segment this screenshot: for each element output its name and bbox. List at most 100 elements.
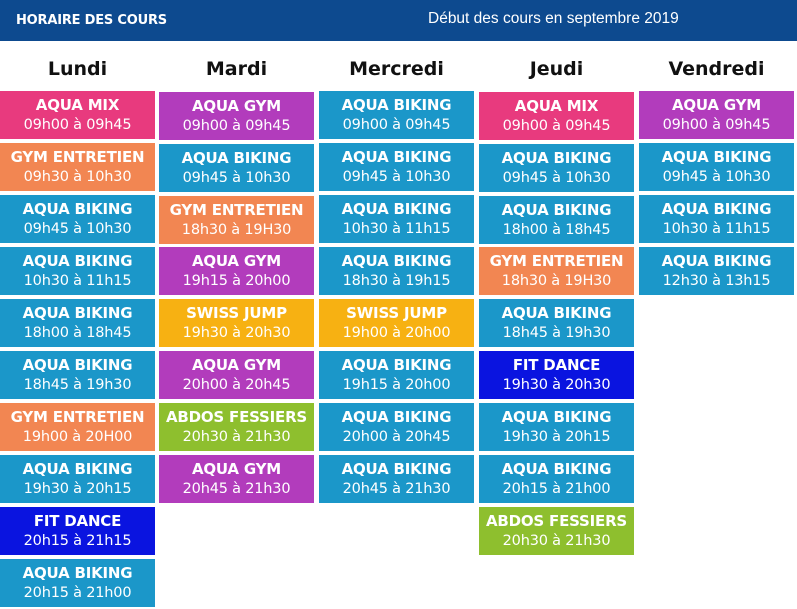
class-name: AQUA BIKING — [501, 460, 612, 478]
class-slot: SWISS JUMP 19h30 à 20h30 — [159, 299, 314, 347]
class-name: AQUA MIX — [35, 96, 120, 114]
class-slot: ABDOS FESSIERS 20h30 à 21h30 — [479, 507, 634, 555]
class-time: 09h00 à 09h45 — [342, 117, 451, 133]
class-slot: AQUA BIKING 18h45 à 19h30 — [0, 351, 155, 399]
class-slot: AQUA BIKING 09h45 à 10h30 — [319, 143, 474, 191]
class-name: AQUA GYM — [191, 356, 282, 374]
class-slot: AQUA BIKING 20h45 à 21h30 — [319, 455, 474, 503]
class-name: SWISS JUMP — [186, 304, 287, 322]
class-time: 18h30 à 19H30 — [181, 222, 292, 238]
class-slot: AQUA MIX 09h00 à 09h45 — [0, 91, 155, 139]
class-name: AQUA GYM — [671, 96, 762, 114]
class-time: 10h30 à 11h15 — [662, 221, 771, 237]
class-time: 18h00 à 18h45 — [502, 222, 611, 238]
class-slot: AQUA BIKING 09h45 à 10h30 — [0, 195, 155, 243]
class-time: 18h30 à 19H30 — [501, 273, 612, 289]
class-name: AQUA BIKING — [341, 200, 452, 218]
class-name: AQUA BIKING — [22, 200, 133, 218]
class-slot: AQUA BIKING 18h45 à 19h30 — [479, 299, 634, 347]
class-slot: AQUA MIX 09h00 à 09h45 — [479, 92, 634, 140]
class-time: 20h15 à 21h00 — [23, 585, 132, 601]
class-slot: SWISS JUMP 19h00 à 20h00 — [319, 299, 474, 347]
class-slot: FIT DANCE 20h15 à 21h15 — [0, 507, 155, 555]
class-time: 19h00 à 20h00 — [342, 325, 451, 341]
class-name: AQUA BIKING — [22, 356, 133, 374]
class-name: GYM ENTRETIEN — [10, 408, 145, 426]
class-name: AQUA GYM — [191, 97, 282, 115]
class-name: AQUA BIKING — [501, 201, 612, 219]
class-slot: AQUA BIKING 09h45 à 10h30 — [159, 144, 314, 192]
class-name: AQUA BIKING — [22, 460, 133, 478]
class-slot: AQUA BIKING 10h30 à 11h15 — [0, 247, 155, 295]
day-header-2: Mercredi — [349, 58, 444, 80]
class-name: AQUA BIKING — [501, 149, 612, 167]
class-name: AQUA BIKING — [661, 148, 772, 166]
day-header-3: Jeudi — [529, 58, 584, 80]
class-time: 09h45 à 10h30 — [342, 169, 451, 185]
class-name: FIT DANCE — [512, 356, 601, 374]
class-slot: AQUA BIKING 18h00 à 18h45 — [479, 196, 634, 244]
class-name: GYM ENTRETIEN — [169, 201, 304, 219]
class-name: AQUA BIKING — [501, 304, 612, 322]
class-time: 19h30 à 20h30 — [182, 325, 291, 341]
class-time: 20h15 à 21h00 — [502, 481, 611, 497]
class-slot: AQUA BIKING 10h30 à 11h15 — [319, 195, 474, 243]
class-name: AQUA BIKING — [22, 564, 133, 582]
class-time: 18h30 à 19h15 — [342, 273, 451, 289]
schedule-title: HORAIRE DES COURS — [16, 13, 167, 28]
class-time: 20h45 à 21h30 — [182, 481, 291, 497]
class-time: 09h00 à 09h45 — [502, 118, 611, 134]
class-slot: ABDOS FESSIERS 20h30 à 21h30 — [159, 403, 314, 451]
class-time: 18h00 à 18h45 — [23, 325, 132, 341]
class-name: AQUA BIKING — [22, 304, 133, 322]
class-name: GYM ENTRETIEN — [10, 148, 145, 166]
class-slot: AQUA BIKING 20h15 à 21h00 — [0, 559, 155, 607]
class-name: AQUA BIKING — [341, 408, 452, 426]
class-time: 09h00 à 09h45 — [23, 117, 132, 133]
class-time: 18h45 à 19h30 — [23, 377, 132, 393]
class-name: AQUA BIKING — [341, 460, 452, 478]
class-slot: GYM ENTRETIEN 18h30 à 19H30 — [159, 196, 314, 244]
class-time: 20h45 à 21h30 — [342, 481, 451, 497]
class-name: SWISS JUMP — [346, 304, 447, 322]
class-slot: AQUA BIKING 18h00 à 18h45 — [0, 299, 155, 347]
class-name: AQUA BIKING — [341, 148, 452, 166]
class-time: 19h30 à 20h15 — [23, 481, 132, 497]
class-time: 20h30 à 21h30 — [182, 429, 291, 445]
class-slot: AQUA BIKING 19h30 à 20h15 — [0, 455, 155, 503]
class-time: 09h45 à 10h30 — [662, 169, 771, 185]
class-time: 19h00 à 20H00 — [22, 429, 133, 445]
class-name: AQUA BIKING — [341, 252, 452, 270]
class-slot: AQUA BIKING 20h15 à 21h00 — [479, 455, 634, 503]
class-slot: GYM ENTRETIEN 19h00 à 20H00 — [0, 403, 155, 451]
class-name: AQUA BIKING — [22, 252, 133, 270]
class-time: 10h30 à 11h15 — [342, 221, 451, 237]
class-time: 19h15 à 20h00 — [182, 273, 291, 289]
class-name: AQUA BIKING — [661, 252, 772, 270]
day-header-0: Lundi — [47, 58, 108, 80]
class-slot: AQUA GYM 09h00 à 09h45 — [639, 91, 794, 139]
class-slot: AQUA BIKING 09h00 à 09h45 — [319, 91, 474, 139]
class-name: AQUA BIKING — [341, 96, 452, 114]
class-slot: AQUA BIKING 12h30 à 13h15 — [639, 247, 794, 295]
class-time: 19h30 à 20h30 — [502, 377, 611, 393]
class-name: AQUA GYM — [191, 460, 282, 478]
class-slot: GYM ENTRETIEN 18h30 à 19H30 — [479, 247, 634, 295]
class-time: 20h30 à 21h30 — [502, 533, 611, 549]
class-time: 18h45 à 19h30 — [502, 325, 611, 341]
class-slot: AQUA GYM 20h45 à 21h30 — [159, 455, 314, 503]
day-header-4: Vendredi — [668, 58, 765, 80]
class-time: 09h00 à 09h45 — [662, 117, 771, 133]
class-slot: AQUA BIKING 09h45 à 10h30 — [479, 144, 634, 192]
class-name: AQUA BIKING — [661, 200, 772, 218]
class-name: FIT DANCE — [33, 512, 122, 530]
class-slot: AQUA BIKING 19h30 à 20h15 — [479, 403, 634, 451]
class-time: 20h15 à 21h15 — [23, 533, 132, 549]
class-slot: AQUA BIKING 18h30 à 19h15 — [319, 247, 474, 295]
class-slot: AQUA BIKING 10h30 à 11h15 — [639, 195, 794, 243]
class-time: 09h45 à 10h30 — [23, 221, 132, 237]
day-header-1: Mardi — [205, 58, 268, 80]
class-name: AQUA BIKING — [501, 408, 612, 426]
class-time: 19h30 à 20h15 — [502, 429, 611, 445]
class-time: 09h30 à 10h30 — [23, 169, 132, 185]
